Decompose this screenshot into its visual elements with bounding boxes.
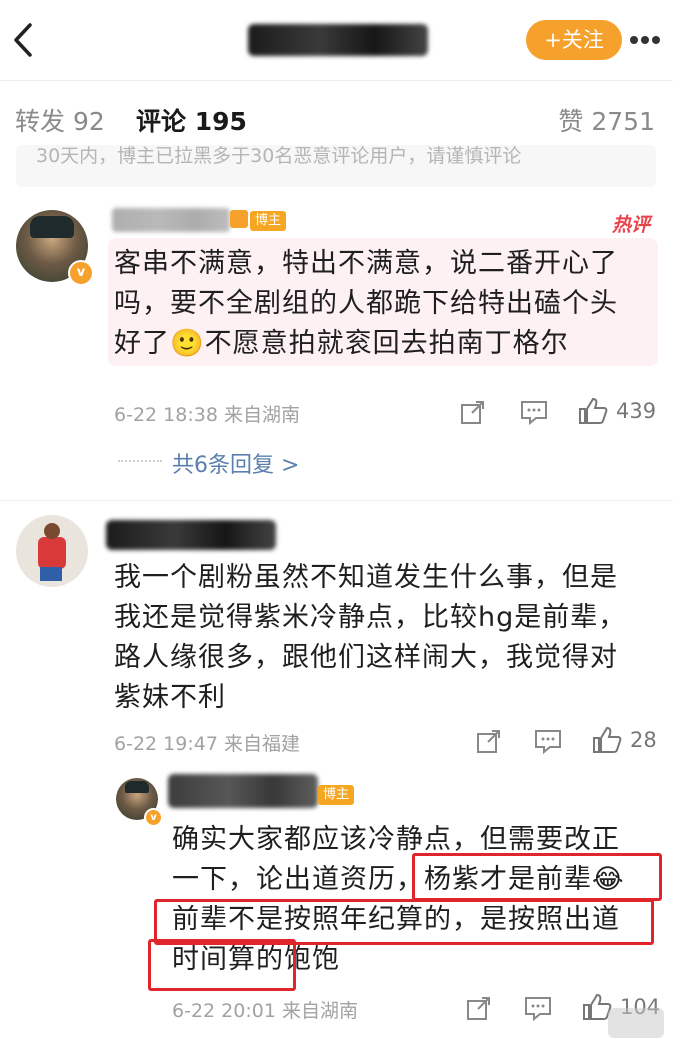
- share-icon: [461, 401, 484, 424]
- comment-line: 客串不满意，特出不满意，说二番开心了: [114, 248, 618, 279]
- comment-line: 我还是觉得紫米冷静点，比较hg是前辈，: [114, 602, 627, 633]
- comment-timestamp: 6-22 18:38 来自湖南: [114, 404, 300, 426]
- username-redacted[interactable]: [112, 208, 230, 232]
- hot-comment-label: 热评: [612, 214, 651, 236]
- author-badge: 博主: [250, 211, 287, 231]
- member-crown-icon: [230, 210, 248, 228]
- reply-timestamp: 6-22 20:01 来自湖南: [172, 1000, 358, 1022]
- like-button[interactable]: 439: [578, 396, 662, 426]
- share-button[interactable]: [458, 398, 488, 426]
- like-count: 439: [616, 399, 657, 423]
- comment-text: 客串不满意，特出不满意，说二番开心了 吗，要不全剧组的人都跪下给特出磕个头 好了…: [114, 244, 654, 364]
- poster-name-redacted: [248, 24, 428, 56]
- avatar[interactable]: [16, 515, 88, 587]
- comment-line: 好了🙂不愿意拍就衮回去拍南丁格尔: [114, 328, 569, 359]
- watermark-logo: [608, 1008, 664, 1038]
- comment-icon: [525, 997, 551, 1021]
- verified-badge-icon: v: [68, 260, 94, 286]
- divider: [0, 500, 673, 501]
- highlight-box: [148, 939, 296, 991]
- comment-line: 路人缘很多，跟他们这样闹大，我觉得对: [114, 642, 618, 673]
- verified-badge-icon: v: [144, 808, 163, 827]
- like-count: 28: [630, 728, 657, 752]
- comment-line: 我一个剧粉虽然不知道发生什么事，但是: [114, 562, 618, 593]
- reply-button[interactable]: [533, 727, 563, 755]
- notice-box: 30天内，博主已拉黑多于30名恶意评论用户，请谨慎评论: [16, 145, 656, 187]
- username-redacted[interactable]: [168, 774, 318, 808]
- share-button[interactable]: [464, 994, 494, 1022]
- comment-icon: [521, 401, 547, 425]
- more-button[interactable]: [627, 24, 663, 56]
- tab-likes[interactable]: 赞 2751: [558, 102, 655, 138]
- share-icon: [467, 997, 490, 1020]
- comment-icon: [535, 730, 561, 754]
- author-badge: 博主: [318, 785, 355, 805]
- reply-button[interactable]: [523, 994, 553, 1022]
- comment-line: 吗，要不全剧组的人都跪下给特出磕个头: [114, 288, 618, 319]
- more-dots-icon: [630, 36, 660, 44]
- thumbs-up-icon: [593, 726, 622, 753]
- replies-dots: [118, 460, 162, 462]
- reply-line-part: 一下，论出道资历，: [172, 864, 424, 895]
- notice-text: 30天内，博主已拉黑多于30名恶意评论用户，请谨慎评论: [36, 145, 522, 167]
- view-replies-link[interactable]: 共6条回复 >: [172, 447, 299, 479]
- thumbs-up-icon: [579, 397, 608, 424]
- tab-repost[interactable]: 转发 92: [15, 102, 105, 138]
- comment-line: 紫妹不利: [114, 682, 226, 713]
- like-button[interactable]: 28: [592, 725, 666, 755]
- comment-text: 我一个剧粉虽然不知道发生什么事，但是 我还是觉得紫米冷静点，比较hg是前辈， 路…: [114, 558, 659, 718]
- username-redacted[interactable]: [106, 520, 276, 550]
- follow-button[interactable]: +关注: [526, 20, 622, 60]
- share-icon: [477, 730, 500, 753]
- highlight-box: [412, 853, 662, 901]
- chevron-left-icon: [14, 23, 32, 57]
- back-button[interactable]: [6, 18, 40, 62]
- tab-comments[interactable]: 评论 195: [136, 102, 247, 138]
- top-bar: +关注: [0, 0, 673, 81]
- reply-button[interactable]: [519, 398, 549, 426]
- share-button[interactable]: [474, 727, 504, 755]
- comment-timestamp: 6-22 19:47 来自福建: [114, 733, 300, 755]
